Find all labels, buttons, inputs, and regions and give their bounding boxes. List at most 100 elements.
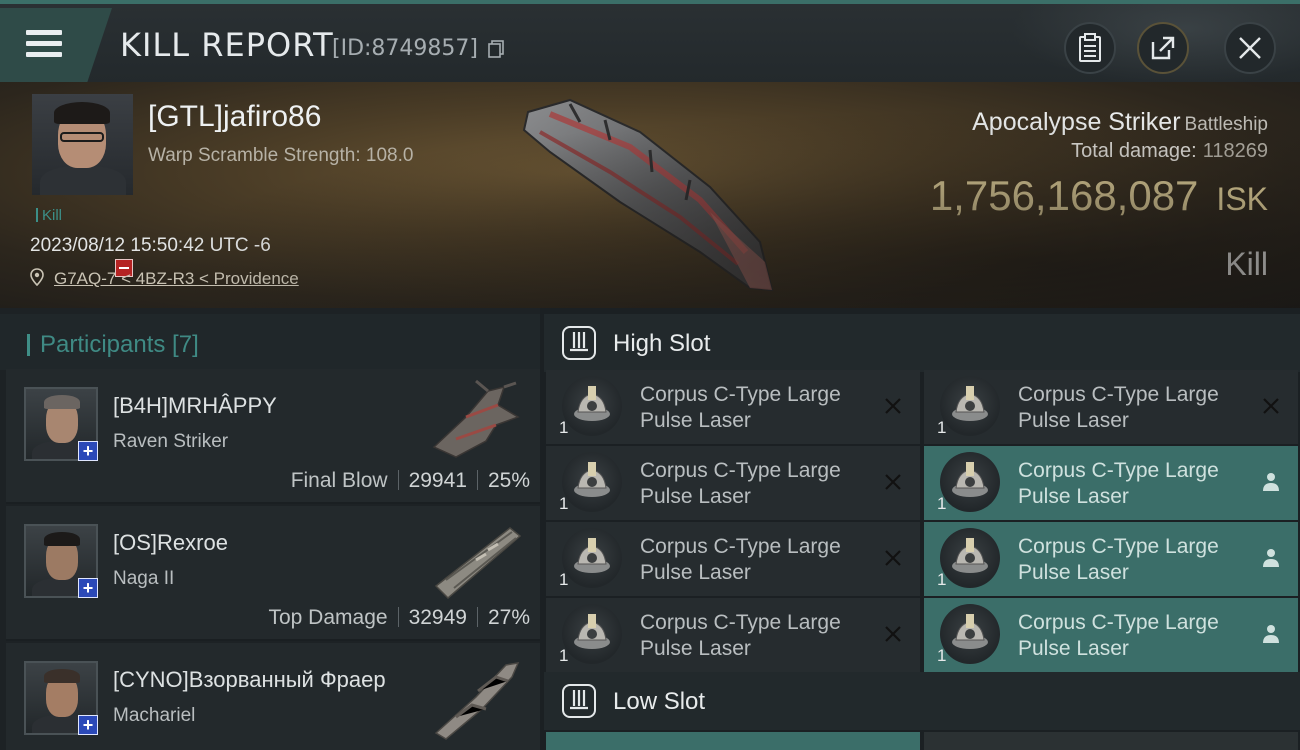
module-name: Corpus C-Type Large Pulse Laser xyxy=(1018,611,1219,660)
plus-badge: + xyxy=(78,578,98,598)
menu-button[interactable] xyxy=(0,8,112,82)
module-quantity: 1 xyxy=(559,494,569,513)
module-name: Corpus C-Type Large Pulse Laser xyxy=(1018,383,1219,432)
high-slot-header[interactable]: High Slot xyxy=(544,314,1300,372)
person-icon xyxy=(1260,623,1282,645)
low-slot-icon xyxy=(562,684,596,718)
participants-header[interactable]: Participants [7] xyxy=(0,314,540,370)
result-label: Kill xyxy=(1225,246,1268,282)
low-slot-module[interactable] xyxy=(924,732,1298,750)
module-name: Corpus C-Type Large Pulse Laser xyxy=(640,459,841,508)
module-name: Corpus C-Type Large Pulse Laser xyxy=(640,611,841,660)
total-damage-label: Total damage: xyxy=(1071,140,1197,162)
avatar-hair xyxy=(44,532,80,546)
divider xyxy=(476,470,478,490)
low-slot-module[interactable] xyxy=(546,732,920,750)
plus-badge: + xyxy=(78,441,98,461)
section-accent xyxy=(27,334,30,356)
laser-turret-icon xyxy=(940,528,1000,588)
hamburger-icon-line xyxy=(26,52,62,57)
victim-avatar[interactable] xyxy=(32,94,133,195)
x-icon xyxy=(882,547,904,569)
kill-tag: Kill xyxy=(36,207,62,224)
participant-row[interactable]: + [OS]Rexroe Naga II Top Damage 32949 27% xyxy=(6,506,540,641)
module-name: Corpus C-Type Large Pulse Laser xyxy=(1018,535,1219,584)
avatar-hair xyxy=(44,669,80,683)
participant-ship-image xyxy=(432,379,520,458)
ship-name-text: Apocalypse Striker xyxy=(972,108,1181,136)
x-icon xyxy=(1260,395,1282,417)
module-quantity: 1 xyxy=(559,418,569,437)
high-slot-module[interactable]: 1 Corpus C-Type Large Pulse Laser xyxy=(924,446,1298,520)
laser-turret-icon xyxy=(562,528,622,588)
avatar-body xyxy=(40,166,126,195)
module-quantity: 1 xyxy=(937,494,947,513)
copy-icon[interactable] xyxy=(488,40,504,58)
isk-value: 1,756,168,087 ISK xyxy=(930,172,1268,220)
share-button[interactable] xyxy=(1137,22,1189,74)
divider xyxy=(397,470,399,490)
participant-name: [OS]Rexroe xyxy=(113,530,228,555)
module-quantity: 1 xyxy=(559,570,569,589)
participant-ship-image xyxy=(434,527,522,600)
module-quantity: 1 xyxy=(937,570,947,589)
participant-role: Top Damage xyxy=(268,606,388,629)
warp-scramble-strength: Warp Scramble Strength: 108.0 xyxy=(148,145,414,166)
participant-row[interactable]: + [CYNO]Взорванный Фраер Machariel xyxy=(6,643,540,750)
high-slot-module[interactable]: 1 Corpus C-Type Large Pulse Laser xyxy=(546,446,920,520)
x-icon xyxy=(882,471,904,493)
clipboard-icon xyxy=(1079,33,1101,62)
high-slot-module[interactable]: 1 Corpus C-Type Large Pulse Laser xyxy=(924,598,1298,672)
hamburger-icon-line xyxy=(26,41,62,46)
close-icon xyxy=(1239,37,1261,59)
laser-turret-icon xyxy=(940,376,1000,436)
page-title: KILL REPORT xyxy=(120,26,334,64)
participant-stats: Final Blow 29941 25% xyxy=(291,469,530,493)
avatar-face xyxy=(58,108,106,168)
clipboard-button[interactable] xyxy=(1064,22,1116,74)
participant-name: [CYNO]Взорванный Фраер xyxy=(113,667,386,692)
x-icon xyxy=(882,395,904,417)
module-quantity: 1 xyxy=(559,646,569,665)
person-icon xyxy=(1260,547,1282,569)
module-name: Corpus C-Type Large Pulse Laser xyxy=(640,383,841,432)
divider xyxy=(476,607,478,627)
victim-banner: [GTL]jafiro86 Warp Scramble Strength: 10… xyxy=(0,82,1300,308)
victim-name[interactable]: [GTL]jafiro86 xyxy=(148,100,321,134)
divider xyxy=(397,607,399,627)
hamburger-icon xyxy=(26,30,62,35)
participant-stats: Top Damage 32949 27% xyxy=(268,606,530,630)
plus-badge: + xyxy=(78,715,98,735)
person-icon xyxy=(1260,471,1282,493)
total-damage-value: 118269 xyxy=(1202,140,1268,162)
close-button[interactable] xyxy=(1224,22,1276,74)
module-name: Corpus C-Type Large Pulse Laser xyxy=(1018,459,1219,508)
high-slot-module[interactable]: 1 Corpus C-Type Large Pulse Laser xyxy=(924,522,1298,596)
participant-row[interactable]: + [B4H]MRHÂPPY Raven Striker Final Blow 2… xyxy=(6,369,540,504)
location-link[interactable]: G7AQ-7 < 4BZ-R3 < Providence xyxy=(54,269,299,289)
participants-title: Participants [7] xyxy=(40,331,199,358)
high-slot-module[interactable]: 1 Corpus C-Type Large Pulse Laser xyxy=(924,370,1298,444)
kill-report-window: KILL REPORT [ID:8749857] [GTL]jafiro86 W… xyxy=(0,0,1300,750)
low-slot-header[interactable]: Low Slot xyxy=(544,672,1300,730)
laser-turret-icon xyxy=(940,452,1000,512)
high-slot-module[interactable]: 1 Corpus C-Type Large Pulse Laser xyxy=(546,522,920,596)
laser-turret-icon xyxy=(562,376,622,436)
participant-percent: 25% xyxy=(487,469,530,492)
high-slot-title: High Slot xyxy=(613,330,711,357)
high-slot-module[interactable]: 1 Corpus C-Type Large Pulse Laser xyxy=(546,370,920,444)
victim-ship-name[interactable]: Apocalypse Striker Battleship xyxy=(972,108,1268,137)
fitting-panel: High Slot 1 Corpus C-Type Large Pulse Las… xyxy=(540,308,1300,750)
victim-ship-image[interactable] xyxy=(510,92,790,302)
isk-unit: ISK xyxy=(1216,181,1268,217)
module-quantity: 1 xyxy=(937,418,947,437)
ship-class: Battleship xyxy=(1184,114,1268,135)
laser-turret-icon xyxy=(940,604,1000,664)
high-slot-module[interactable]: 1 Corpus C-Type Large Pulse Laser xyxy=(546,598,920,672)
isk-amount: 1,756,168,087 xyxy=(929,172,1199,219)
participant-role: Final Blow xyxy=(290,469,388,492)
title-bar: KILL REPORT [ID:8749857] xyxy=(0,0,1300,86)
report-id: [ID:8749857] xyxy=(332,36,478,61)
avatar-glasses xyxy=(60,132,104,142)
kill-datetime: 2023/08/12 15:50:42 UTC -6 xyxy=(30,235,271,256)
